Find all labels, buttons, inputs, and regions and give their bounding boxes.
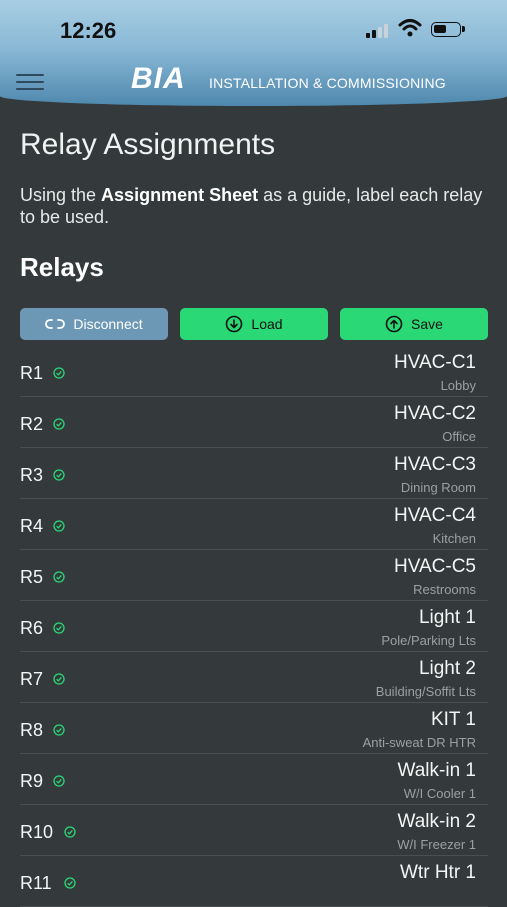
download-circle-icon bbox=[226, 315, 243, 333]
relay-name: HVAC-C4 bbox=[394, 505, 476, 526]
upload-circle-icon bbox=[385, 315, 403, 333]
relay-name: Light 1 bbox=[418, 607, 476, 628]
app-header: 12:26 BIA INSTALLATION & COMMISSIONING bbox=[0, 0, 507, 106]
relay-name: HVAC-C3 bbox=[394, 454, 476, 475]
check-circle-icon bbox=[53, 724, 65, 736]
load-label: Load bbox=[251, 316, 283, 332]
check-circle-icon bbox=[53, 622, 65, 634]
relay-location: Dining Room bbox=[400, 480, 476, 495]
unlink-icon bbox=[45, 319, 66, 329]
check-circle-icon bbox=[53, 367, 65, 379]
check-circle-icon bbox=[53, 520, 65, 532]
check-circle-icon bbox=[53, 469, 65, 481]
relay-id: R3 bbox=[20, 465, 44, 485]
hamburger-menu-icon[interactable] bbox=[16, 72, 44, 92]
relay-location: Restrooms bbox=[413, 582, 476, 597]
relay-location: Building/Soffit Lts bbox=[375, 684, 476, 699]
save-button[interactable]: Save bbox=[340, 308, 488, 340]
relay-location: Office bbox=[442, 429, 476, 444]
relay-name: HVAC-C2 bbox=[394, 403, 476, 424]
relay-row-r10[interactable]: R10 Walk-in 2 W/I Freezer 1 bbox=[20, 805, 488, 856]
relay-location: W/I Freezer 1 bbox=[397, 837, 476, 852]
save-label: Save bbox=[411, 316, 443, 332]
relay-row-r7[interactable]: R7 Light 2 Building/Soffit Lts bbox=[20, 652, 488, 703]
check-circle-icon bbox=[53, 571, 65, 583]
relay-location: W/I Cooler 1 bbox=[403, 786, 476, 801]
relay-name: Walk-in 1 bbox=[397, 760, 476, 781]
relay-row-r1[interactable]: R1 HVAC-C1 Lobby bbox=[20, 346, 488, 397]
relay-name: Wtr Htr 1 bbox=[400, 862, 476, 883]
relay-id: R7 bbox=[20, 669, 44, 689]
instructions-text: Using the Assignment Sheet as a guide, l… bbox=[20, 185, 483, 227]
disconnect-label: Disconnect bbox=[73, 316, 143, 332]
wifi-icon bbox=[398, 19, 422, 37]
check-circle-icon bbox=[53, 775, 65, 787]
load-button[interactable]: Load bbox=[180, 308, 328, 340]
cellular-signal-icon bbox=[366, 22, 392, 38]
header-title: INSTALLATION & COMMISSIONING bbox=[209, 75, 446, 91]
battery-icon bbox=[431, 22, 465, 37]
page-title: Relay Assignments bbox=[20, 128, 276, 161]
relays-heading: Relays bbox=[20, 252, 104, 282]
relay-id: R5 bbox=[20, 567, 44, 587]
relay-location: Lobby bbox=[440, 378, 476, 393]
relay-id: R6 bbox=[20, 618, 44, 638]
relay-name: KIT 1 bbox=[430, 709, 476, 730]
relay-name: Walk-in 2 bbox=[397, 811, 476, 832]
relay-id: R2 bbox=[20, 414, 44, 434]
check-circle-icon bbox=[53, 418, 65, 430]
bia-logo: BIA bbox=[131, 62, 186, 95]
relay-row-r11[interactable]: R11 Wtr Htr 1 bbox=[20, 856, 488, 907]
relay-row-r5[interactable]: R5 HVAC-C5 Restrooms bbox=[20, 550, 488, 601]
check-circle-icon bbox=[64, 877, 76, 889]
relay-name: HVAC-C1 bbox=[394, 352, 476, 373]
relay-name: Light 2 bbox=[418, 658, 476, 679]
relay-row-r3[interactable]: R3 HVAC-C3 Dining Room bbox=[20, 448, 488, 499]
assignment-sheet-label: Assignment Sheet bbox=[101, 185, 259, 205]
relay-list: R1 HVAC-C1 Lobby R2 HVAC-C2 Office R3 HV… bbox=[20, 346, 488, 907]
relay-row-r8[interactable]: R8 KIT 1 Anti-sweat DR HTR bbox=[20, 703, 488, 754]
relay-row-r6[interactable]: R6 Light 1 Pole/Parking Lts bbox=[20, 601, 488, 652]
disconnect-button[interactable]: Disconnect bbox=[20, 308, 168, 340]
relay-name: HVAC-C5 bbox=[394, 556, 476, 577]
relay-id: R11 bbox=[20, 873, 52, 893]
relay-id: R8 bbox=[20, 720, 44, 740]
relay-location: Kitchen bbox=[432, 531, 476, 546]
relay-row-r4[interactable]: R4 HVAC-C4 Kitchen bbox=[20, 499, 488, 550]
relay-id: R1 bbox=[20, 363, 44, 383]
check-circle-icon bbox=[53, 673, 65, 685]
relay-id: R4 bbox=[20, 516, 44, 536]
relay-id: R10 bbox=[20, 822, 54, 842]
check-circle-icon bbox=[64, 826, 76, 838]
relay-row-r9[interactable]: R9 Walk-in 1 W/I Cooler 1 bbox=[20, 754, 488, 805]
relay-row-r2[interactable]: R2 HVAC-C2 Office bbox=[20, 397, 488, 448]
relay-location: Anti-sweat DR HTR bbox=[362, 735, 476, 750]
relay-location: Pole/Parking Lts bbox=[381, 633, 476, 648]
status-time: 12:26 bbox=[60, 18, 117, 43]
relay-id: R9 bbox=[20, 771, 44, 791]
